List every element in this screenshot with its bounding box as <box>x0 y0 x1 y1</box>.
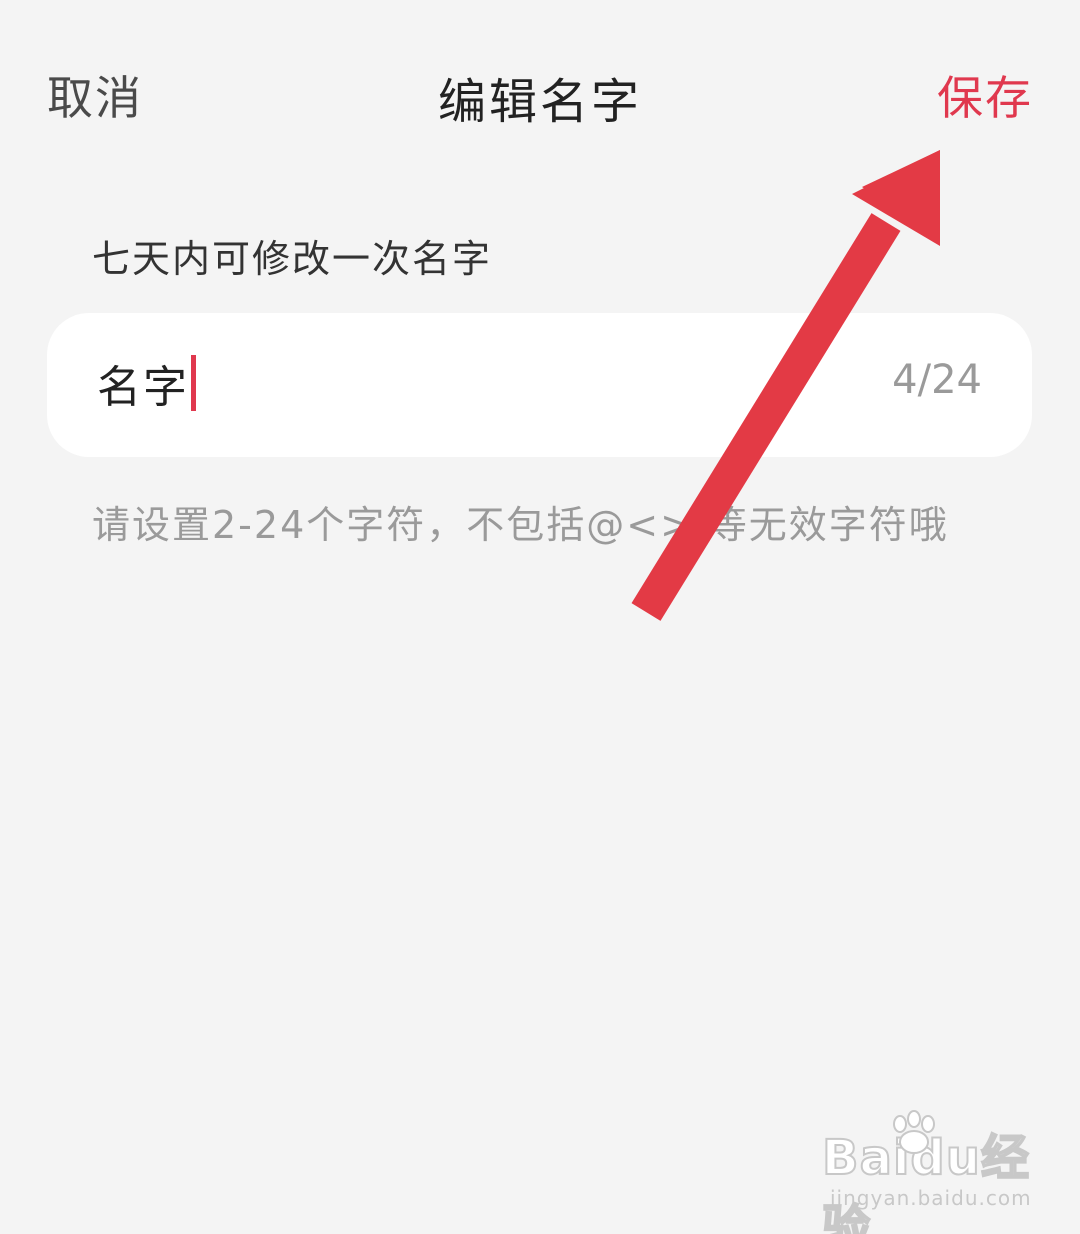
navigation-bar: 取消 编辑名字 保存 <box>0 0 1080 185</box>
edit-name-screen: 取消 编辑名字 保存 七天内可修改一次名字 名字 4/24 请设置2-24个字符… <box>0 0 1080 1234</box>
paw-icon <box>893 1110 935 1154</box>
name-input-text: 名字 <box>97 362 189 413</box>
page-title: 编辑名字 <box>437 74 642 130</box>
baidu-jingyan-watermark: Baidu经验 jingyan.baidu.com <box>821 1110 1042 1234</box>
text-cursor <box>191 355 196 411</box>
name-input-value[interactable]: 名字 <box>97 353 196 413</box>
rename-frequency-notice: 七天内可修改一次名字 <box>92 237 493 281</box>
name-input-field[interactable]: 名字 4/24 <box>47 313 1032 457</box>
name-rules-hint: 请设置2-24个字符，不包括@<>/等无效字符哦 <box>92 503 949 547</box>
save-button[interactable]: 保存 <box>937 62 1033 128</box>
watermark-url: jingyan.baidu.com <box>830 1186 1032 1210</box>
character-counter: 4/24 <box>892 357 982 403</box>
